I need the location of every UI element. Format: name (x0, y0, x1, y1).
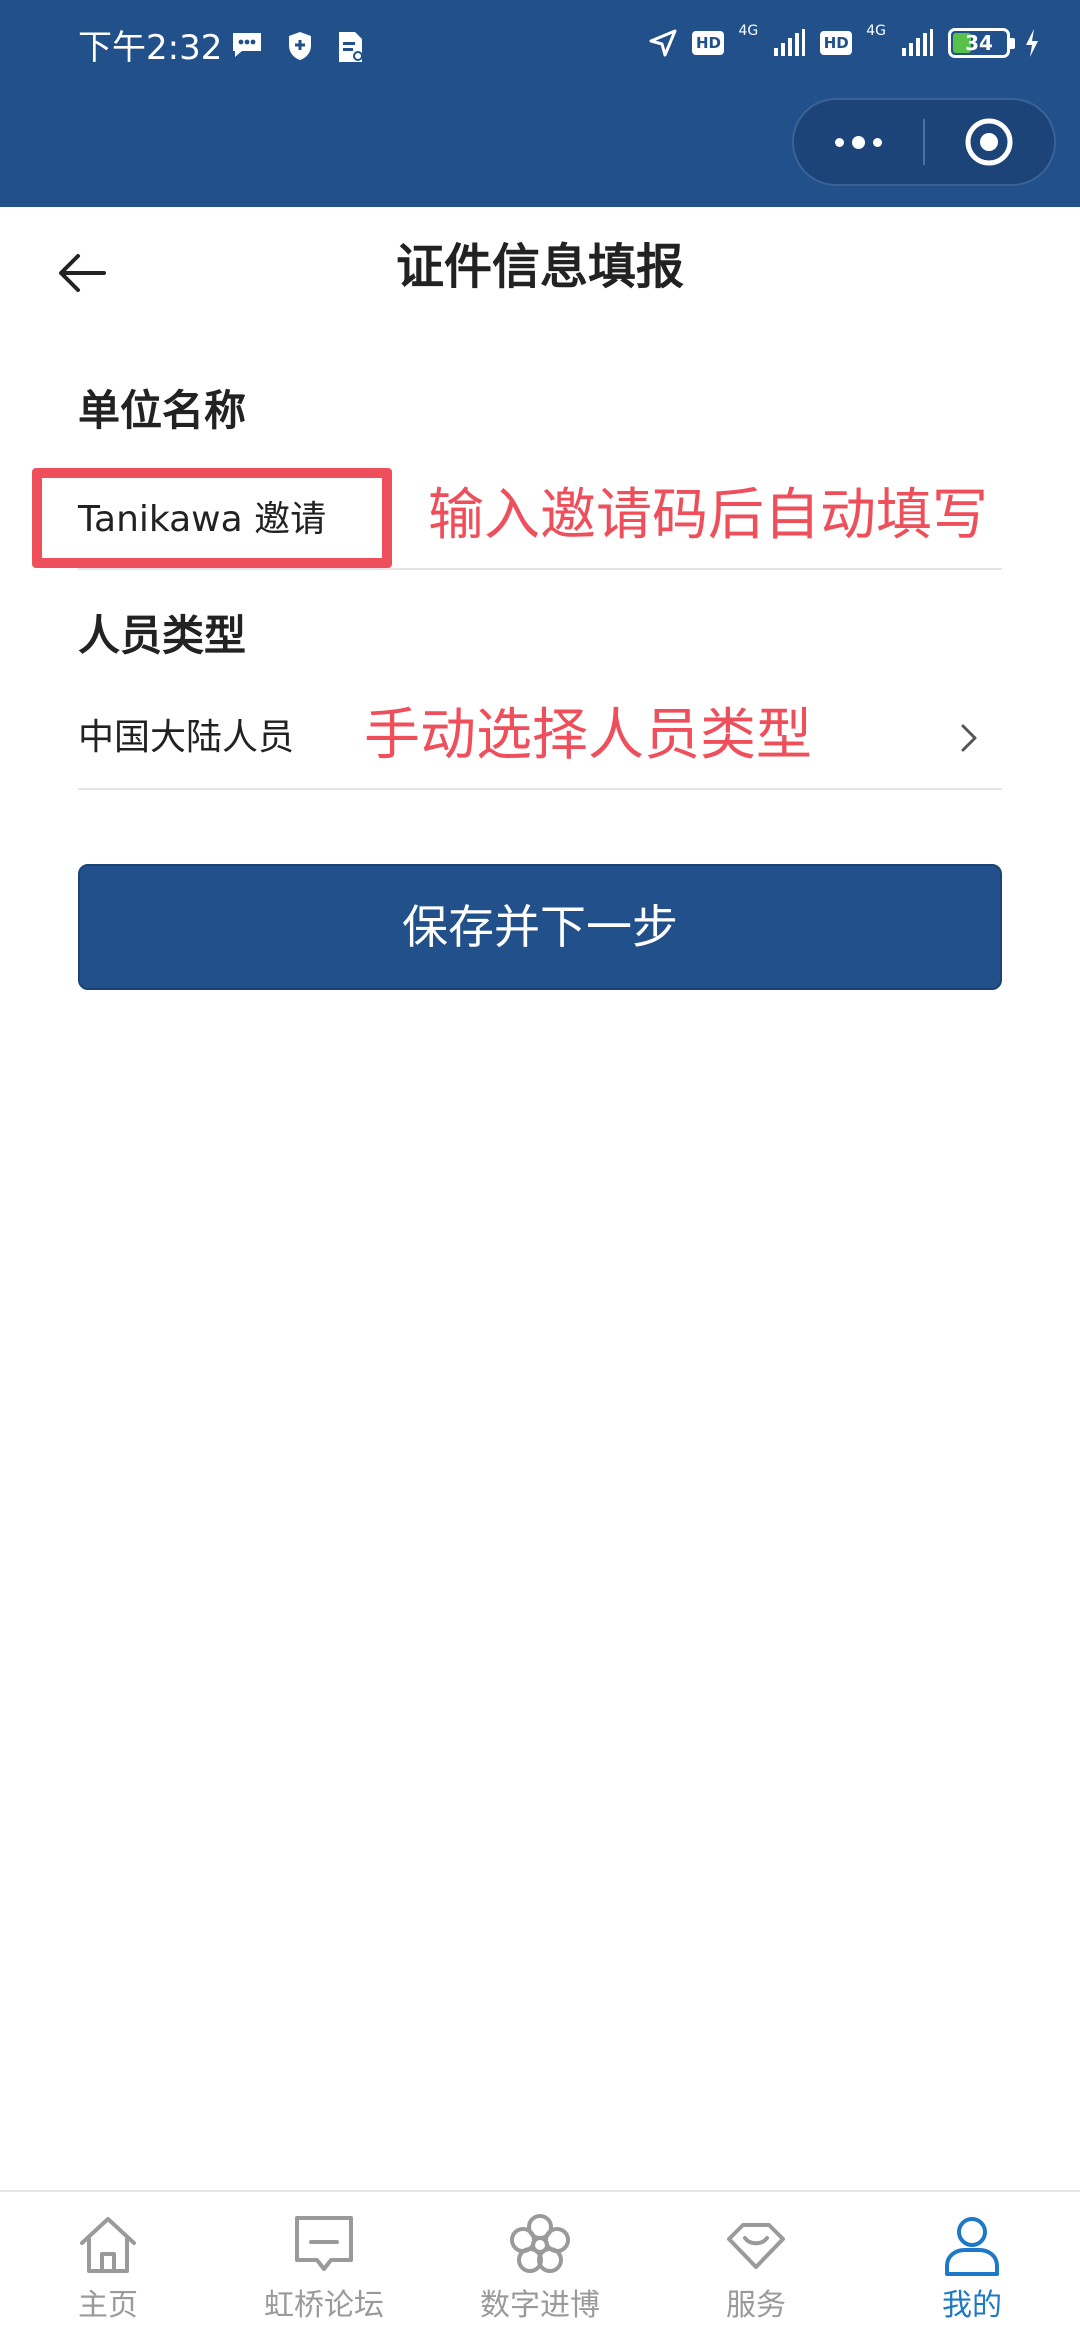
forum-icon (295, 2216, 353, 2271)
hd-badge-2: HD (820, 31, 853, 55)
document-icon (339, 32, 363, 62)
tab-service[interactable]: 服务 (648, 2210, 864, 2340)
hd-badge-1: HD (692, 31, 725, 55)
tab-forum-label: 虹桥论坛 (264, 2288, 384, 2323)
charging-icon (1026, 29, 1038, 57)
status-notification-icons (230, 30, 366, 64)
tab-digital-expo-label: 数字进博 (480, 2288, 600, 2323)
close-mini-program-button[interactable] (925, 100, 1054, 184)
tab-mine-label: 我的 (942, 2288, 1002, 2323)
network-type-1: 4G (738, 23, 759, 39)
tab-forum[interactable]: 虹桥论坛 (216, 2210, 432, 2340)
tab-digital-expo[interactable]: 数字进博 (432, 2210, 648, 2340)
signal-icon (902, 29, 933, 56)
page-title: 证件信息填报 (395, 239, 684, 295)
mini-program-capsule (792, 98, 1056, 186)
user-icon (945, 2217, 999, 2276)
nav-bar: 证件信息填报 (0, 207, 1080, 331)
flower-icon (510, 2214, 570, 2273)
battery-level: 34 (965, 31, 993, 55)
org-name-highlight-box (32, 468, 392, 568)
tab-home-label: 主页 (78, 2288, 138, 2323)
battery-indicator: 34 (948, 28, 1015, 58)
shield-icon (289, 32, 311, 60)
org-name-underline (78, 568, 1002, 570)
home-icon (80, 2217, 136, 2273)
person-type-underline (78, 788, 1002, 790)
signal-icon (774, 29, 806, 56)
more-button[interactable] (794, 100, 923, 184)
network-type-2: 4G (866, 23, 886, 39)
more-dots-icon (835, 135, 882, 149)
tab-service-label: 服务 (726, 2288, 786, 2323)
person-type-annotation: 手动选择人员类型 (364, 703, 812, 768)
save-next-button[interactable]: 保存并下一步 (78, 864, 1002, 990)
tab-mine[interactable]: 我的 (864, 2210, 1080, 2340)
location-arrow-icon (649, 29, 677, 57)
person-type-label: 人员类型 (78, 611, 247, 660)
status-bar: 下午2:32 HD 4G HD 4G 34 (0, 0, 1080, 207)
status-system-icons: HD 4G HD 4G 34 (648, 24, 1040, 58)
status-time: 下午2:32 (78, 28, 223, 68)
person-type-value[interactable]: 中国大陆人员 (78, 715, 294, 761)
message-icon (233, 33, 261, 57)
bottom-tab-bar: 主页 虹桥论坛 数字进博 服务 我的 (0, 2190, 1080, 2340)
target-close-icon (965, 118, 1013, 166)
service-icon (727, 2223, 785, 2269)
org-name-annotation: 输入邀请码后自动填写 (428, 483, 988, 548)
chevron-right-icon[interactable] (954, 718, 984, 758)
tab-home[interactable]: 主页 (0, 2210, 216, 2340)
org-name-label: 单位名称 (78, 386, 247, 435)
